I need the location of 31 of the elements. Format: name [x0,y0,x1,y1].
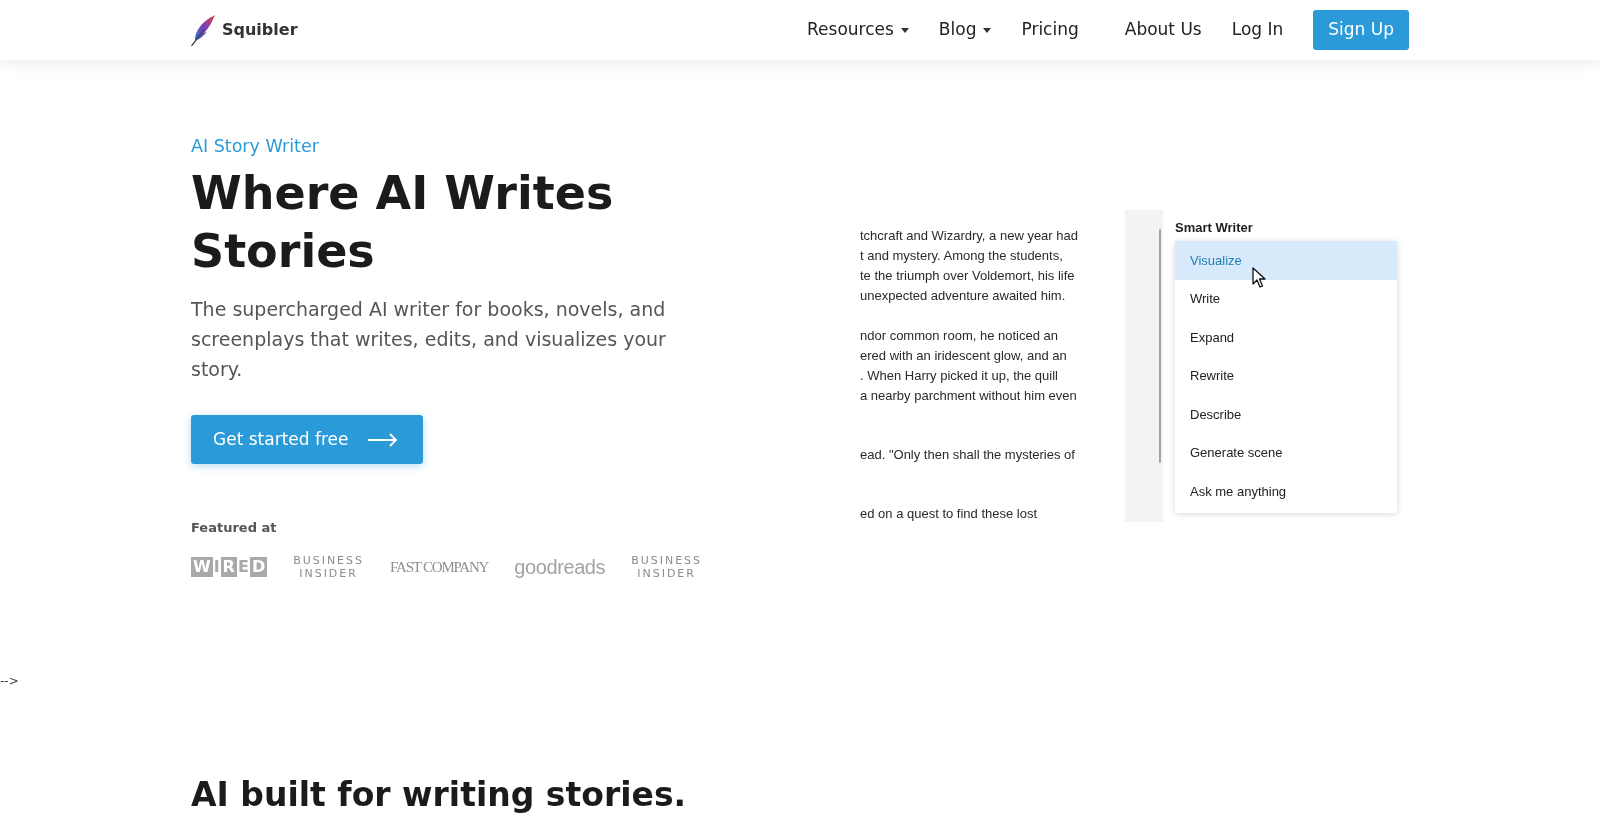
hero-description: The supercharged AI writer for books, novels, and screenplays that writes, edits, and visualizes your story. [191,297,667,382]
mouse-cursor-icon [1252,267,1266,288]
nav-link[interactable]: Resources [807,17,909,43]
story-paragraph: ndor common room, he noticed an ered with an iridescent glow, and an . When Harry picked it up, the quill a nearby parchment without him even [860,327,1077,405]
featured-label: Featured at [191,519,277,537]
feather-logo-icon [191,14,215,46]
menu-item[interactable]: Describe [1175,395,1397,434]
menu-item[interactable]: Ask me anything [1175,472,1397,511]
press-logo: goodreads [514,555,606,580]
menu-item[interactable]: Generate scene [1175,433,1397,472]
menu-item[interactable]: Expand [1175,318,1397,357]
press-logo: BUSINESS INSIDER [631,554,702,580]
nav-link[interactable]: Log In [1231,17,1284,43]
nav-link[interactable]: Pricing [1021,17,1079,43]
stray-text: --> [0,673,19,689]
story-paragraph: ead. "Only then shall the mysteries of [860,446,1075,464]
menu-item[interactable]: Write [1175,279,1397,318]
press-logo: BUSINESS INSIDER [293,554,364,580]
section-title: AI built for writing stories. [191,775,687,815]
nav-link[interactable]: Blog [938,17,992,43]
menu-item[interactable]: Rewrite [1175,356,1397,395]
arrow-right-icon [368,432,399,447]
nav-link[interactable]: About Us [1124,17,1202,43]
hero-title: Where AI Writes Stories [191,165,615,280]
story-paragraph: tchcraft and Wizardry, a new year had t and mystery. Among the students, te the triumph over Voldemort, his life unexpected adventure awaited him. [860,227,1078,305]
smart-writer-title: Smart Writer [1175,219,1253,237]
menu-item[interactable]: Visualize [1175,241,1397,280]
brand-name[interactable]: Squibler [222,18,298,42]
press-logo: FAST COMPANY [389,557,489,577]
eyebrow-text: AI Story Writer [191,135,319,158]
story-paragraph: ed on a quest to find these lost [860,505,1038,522]
